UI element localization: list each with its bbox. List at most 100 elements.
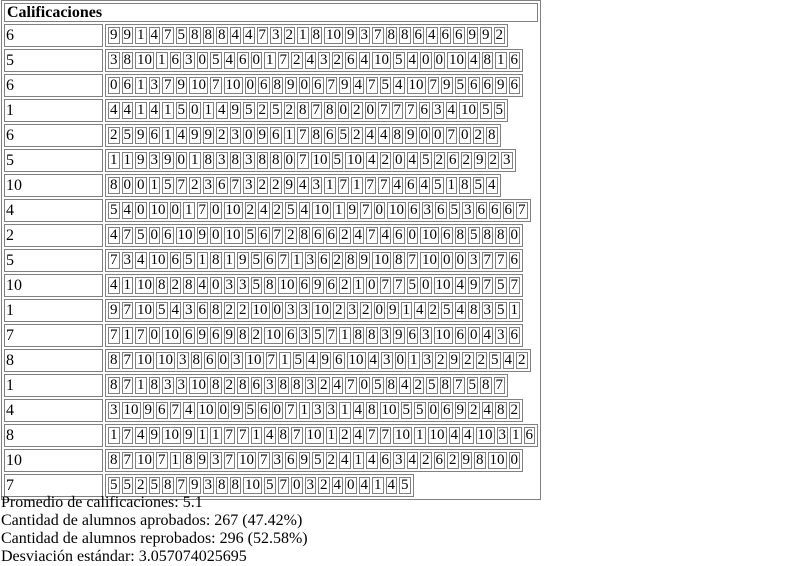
score-cell: 1 — [297, 27, 309, 44]
score-cell: 6 — [258, 402, 270, 419]
score-cell: 10 — [196, 402, 216, 419]
score-cell: 2 — [472, 127, 484, 144]
score-cell: 2 — [331, 252, 343, 269]
score-cell: 9 — [148, 427, 160, 444]
score-cell: 9 — [346, 202, 358, 219]
score-cell: 2 — [435, 352, 447, 369]
score-cell: 6 — [489, 202, 501, 219]
score-cell: 6 — [312, 77, 324, 94]
score-cell: 3 — [148, 77, 160, 94]
score-cell: 10 — [223, 202, 243, 219]
score-cell: 7 — [391, 102, 403, 119]
score-cell: 10 — [135, 52, 154, 69]
score-cell: 7 — [405, 102, 417, 119]
score-cell: 2 — [475, 352, 487, 369]
score-cell: 10 — [148, 202, 168, 219]
score-cell: 4 — [385, 477, 397, 494]
score-cell: 7 — [156, 452, 168, 469]
score-cell: 10 — [406, 77, 426, 94]
score-cell: 1 — [298, 402, 310, 419]
score-cell: 1 — [135, 102, 147, 119]
score-cell: 3 — [310, 177, 322, 194]
scores-table: 5 4 0 10 0 1 7 0 10 2 4 2 5 4 10 1 9 7 0 10 6 3 6 5 3 6 6 6 7 — [105, 199, 531, 222]
score-cell: 0 — [175, 152, 187, 169]
score-cell: 4 — [391, 177, 403, 194]
first-grade-cell: 2 — [4, 224, 103, 247]
score-cell: 10 — [447, 52, 466, 69]
score-cell: 4 — [183, 402, 195, 419]
grade-row: 5 3 8 10 1 6 3 0 5 4 6 0 1 7 2 4 3 2 6 4 10 5 4 0 0 10 4 8 1 6 — [4, 49, 538, 72]
score-cell: 5 — [270, 102, 282, 119]
score-cell: 2 — [223, 302, 235, 319]
score-cell: 6 — [258, 227, 270, 244]
scores-cell: 7 3 4 10 6 5 1 8 1 9 5 6 7 1 3 6 2 8 9 10 8 7 10 0 0 3 7 7 6 — [105, 249, 538, 272]
score-cell: 2 — [379, 152, 391, 169]
score-cell: 7 — [210, 77, 222, 94]
score-cell: 6 — [298, 277, 310, 294]
score-cell: 5 — [454, 77, 466, 94]
score-cell: 5 — [148, 477, 160, 494]
score-cell: 1 — [135, 77, 147, 94]
score-cell: 8 — [459, 177, 471, 194]
score-cell: 7 — [121, 302, 133, 319]
score-cell: 7 — [271, 227, 283, 244]
score-cell: 10 — [420, 252, 439, 269]
scores-cell: 1 1 9 3 9 0 1 8 3 8 3 8 8 0 7 10 5 10 4 2 0 4 5 2 6 2 9 2 3 — [105, 149, 538, 172]
score-cell: 0 — [291, 477, 303, 494]
score-cell: 3 — [108, 52, 120, 69]
grade-row: 2 4 7 5 0 6 10 9 0 10 5 6 7 2 8 6 6 2 4 7 4 6 0 10 6 8 5 8 8 0 — [4, 224, 538, 247]
score-cell: 9 — [312, 277, 324, 294]
score-cell: 4 — [414, 302, 426, 319]
score-cell: 1 — [333, 202, 345, 219]
scores-table: 8 7 10 10 3 8 6 0 3 10 7 1 5 4 9 6 10 4 3 0 1 3 2 9 2 2 5 4 2 — [105, 349, 531, 372]
score-cell: 10 — [237, 452, 256, 469]
score-cell: 6 — [412, 27, 424, 44]
score-cell: 8 — [148, 377, 160, 394]
scores-table: 7 3 4 10 6 5 1 8 1 9 5 6 7 1 3 6 2 8 9 10 8 7 10 0 0 3 7 7 6 — [105, 249, 523, 272]
score-cell: 2 — [256, 102, 268, 119]
score-cell: 3 — [421, 202, 433, 219]
score-cell: 8 — [480, 377, 492, 394]
score-cell: 3 — [271, 452, 283, 469]
scores-cell: 8 7 10 10 3 8 6 0 3 10 7 1 5 4 9 6 10 4 3 0 1 3 2 9 2 2 5 4 2 — [105, 349, 538, 372]
score-cell: 6 — [121, 77, 133, 94]
score-cell: 7 — [265, 352, 277, 369]
score-cell: 4 — [298, 202, 310, 219]
score-cell: 8 — [495, 227, 507, 244]
score-cell: 8 — [481, 227, 493, 244]
score-cell: 4 — [148, 102, 160, 119]
score-cell: 6 — [162, 227, 174, 244]
score-cell: 5 — [108, 477, 120, 494]
stddev-text: Desviación estándar: 3.057074025695 — [1, 548, 247, 565]
score-cell: 3 — [183, 302, 195, 319]
score-cell: 9 — [441, 77, 453, 94]
score-cell: 10 — [387, 202, 406, 219]
score-cell: 0 — [420, 52, 432, 69]
score-cell: 3 — [496, 427, 508, 444]
score-cell: 4 — [406, 52, 418, 69]
grade-row: 1 4 4 1 4 1 5 0 1 4 9 5 2 5 2 8 7 8 0 2 0 7 7 7 6 3 4 10 5 5 — [4, 99, 538, 122]
score-cell: 10 — [264, 327, 283, 344]
score-cell: 7 — [237, 427, 249, 444]
score-cell: 4 — [135, 427, 147, 444]
score-cell: 0 — [433, 52, 445, 69]
score-cell: 4 — [468, 52, 480, 69]
score-cell: 5 — [285, 202, 297, 219]
score-cell: 3 — [231, 352, 243, 369]
score-cell: 5 — [493, 102, 505, 119]
score-cell: 3 — [243, 152, 255, 169]
score-cell: 2 — [325, 452, 337, 469]
scores-row: 80015723673229431717746451854 — [108, 177, 498, 194]
score-cell: 3 — [304, 252, 316, 269]
score-cell: 7 — [493, 377, 505, 394]
score-cell: 1 — [352, 452, 364, 469]
grade-row: 1 9 7 10 5 4 3 6 8 2 2 10 0 3 3 10 2 3 2 0 9 1 4 2 5 4 8 3 5 1 — [4, 299, 538, 322]
score-cell: 7 — [337, 177, 349, 194]
grade-row: 10 4 1 10 8 2 8 4 0 3 3 5 8 10 6 9 6 2 1 0 7 7 5 0 10 4 9 7 5 7 — [4, 274, 538, 297]
score-cell: 1 — [121, 152, 133, 169]
score-cell: 9 — [108, 302, 120, 319]
score-cell: 6 — [523, 427, 535, 444]
score-cell: 7 — [223, 452, 235, 469]
score-cell: 3 — [229, 127, 241, 144]
score-cell: 7 — [108, 327, 120, 344]
